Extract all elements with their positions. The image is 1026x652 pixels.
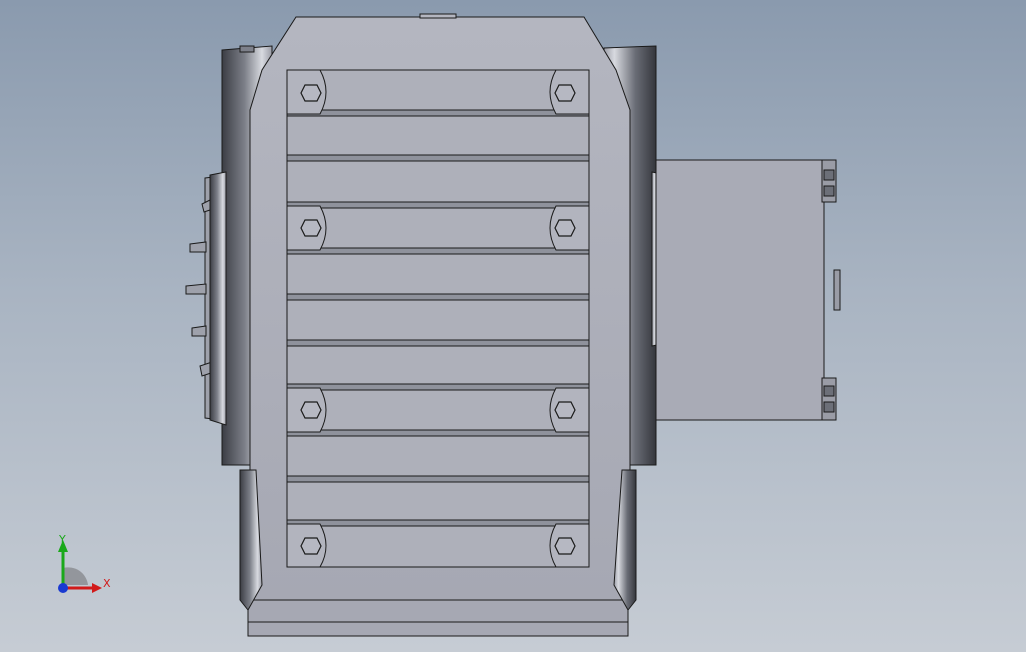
motor-block <box>655 159 841 421</box>
bolt-hex <box>554 401 576 419</box>
y-axis-label: Y <box>58 533 66 546</box>
axis-triad: Y X <box>58 533 111 593</box>
bolt-hex <box>554 219 576 237</box>
bolt-hex <box>300 219 322 237</box>
bolt-hex <box>554 537 576 555</box>
bolt-hex <box>300 401 322 419</box>
graphics-viewport[interactable]: Y X <box>0 0 1026 652</box>
cad-model[interactable]: Y X <box>0 0 1026 652</box>
bolt-hex <box>300 84 322 102</box>
bolt-hex <box>300 537 322 555</box>
bolt-hex <box>554 84 576 102</box>
x-axis-label: X <box>103 577 111 590</box>
